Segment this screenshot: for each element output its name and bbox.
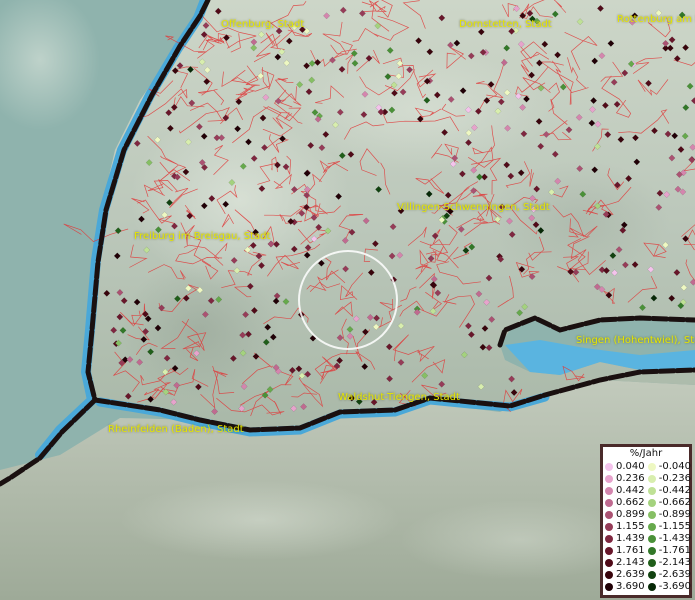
legend-swatch [605, 559, 613, 567]
legend-value: 1.761 [616, 545, 645, 556]
legend-entry-negative: -1.761 [647, 545, 691, 557]
legend-row: 0.040 -0.040 [605, 461, 691, 473]
legend-swatch [647, 511, 656, 519]
city-label-waldshut[interactable]: Waldshut-Tiengen, Stadt [338, 392, 460, 403]
legend-swatch [647, 523, 656, 531]
legend-swatch [605, 523, 613, 531]
legend-swatch [605, 571, 613, 579]
legend-value: -0.899 [658, 509, 691, 520]
legend-swatch [647, 583, 656, 591]
legend-value: -0.040 [658, 461, 691, 472]
legend-value: 2.143 [616, 557, 645, 568]
legend-value: 0.236 [616, 473, 645, 484]
legend-entry-negative: -1.155 [647, 521, 691, 533]
legend-value: -1.439 [658, 533, 691, 544]
legend-rows: 0.040 -0.040 0.236 -0.236 0.442 -0.442 0.662 -0… [605, 461, 691, 593]
legend-value: -1.155 [658, 521, 691, 532]
legend-row: 0.899 -0.899 [605, 509, 691, 521]
map-view[interactable]: Offenburg, Stadt Dornstetten, Stadt Rott… [0, 0, 695, 600]
legend-row: 2.639 -2.639 [605, 569, 691, 581]
legend-swatch [605, 547, 613, 555]
legend-entry-negative: -2.143 [647, 557, 691, 569]
legend-value: -1.761 [658, 545, 691, 556]
legend-title: %/Jahr [629, 448, 663, 459]
legend-swatch [647, 547, 656, 555]
city-label-offenburg[interactable]: Offenburg, Stadt [221, 19, 304, 30]
legend-value: -2.143 [658, 557, 691, 568]
legend-row: 0.442 -0.442 [605, 485, 691, 497]
city-label-rottenburg[interactable]: Rottenburg am N [617, 14, 695, 25]
legend-entry-positive: 3.690 [605, 581, 648, 593]
legend-value: -0.236 [658, 473, 691, 484]
legend-row: 1.439 -1.439 [605, 533, 691, 545]
legend-row: 0.662 -0.662 [605, 497, 691, 509]
jura-relief [120, 480, 400, 560]
legend-entry-negative: -2.639 [647, 569, 691, 581]
legend-swatch [647, 535, 656, 543]
legend-entry-positive: 0.899 [605, 509, 648, 521]
legend-row: 3.690 -3.690 [605, 581, 691, 593]
legend-row: 1.155 -1.155 [605, 521, 691, 533]
legend-row: 0.236 -0.236 [605, 473, 691, 485]
legend-entry-negative: -1.439 [647, 533, 691, 545]
legend-row: 2.143 -2.143 [605, 557, 691, 569]
legend-swatch [605, 475, 613, 483]
legend-swatch [605, 535, 613, 543]
legend-entry-positive: 1.439 [605, 533, 648, 545]
legend-entry-positive: 0.040 [605, 461, 648, 473]
legend-swatch [647, 475, 656, 483]
legend-entry-positive: 0.236 [605, 473, 648, 485]
city-label-freiburg[interactable]: Freiburg im Breisgau, Stadt [134, 231, 270, 242]
legend: %/Jahr 0.040 -0.040 0.236 -0.236 0.442 -0.442… [600, 444, 692, 598]
legend-entry-positive: 1.761 [605, 545, 648, 557]
legend-value: 1.439 [616, 533, 645, 544]
legend-swatch [647, 559, 656, 567]
legend-value: 1.155 [616, 521, 645, 532]
legend-value: 0.442 [616, 485, 645, 496]
legend-swatch [605, 583, 613, 591]
legend-swatch [605, 487, 613, 495]
legend-swatch [647, 499, 656, 507]
legend-swatch [647, 487, 656, 495]
legend-value: -3.690 [658, 581, 691, 592]
legend-entry-negative: -0.236 [647, 473, 691, 485]
legend-value: 0.899 [616, 509, 645, 520]
legend-row: 1.761 -1.761 [605, 545, 691, 557]
legend-value: -2.639 [658, 569, 691, 580]
legend-entry-negative: -0.899 [647, 509, 691, 521]
legend-swatch [605, 499, 613, 507]
legend-entry-negative: -0.662 [647, 497, 691, 509]
legend-value: 3.690 [616, 581, 645, 592]
legend-value: -0.442 [658, 485, 691, 496]
legend-value: -0.662 [658, 497, 691, 508]
city-label-rheinfelden[interactable]: Rheinfelden (Baden), Stadt [108, 424, 244, 435]
map-canvas[interactable] [0, 0, 695, 600]
legend-value: 2.639 [616, 569, 645, 580]
legend-swatch [647, 463, 656, 471]
city-label-dornstetten[interactable]: Dornstetten, Stadt [459, 19, 552, 30]
northern-relief [290, 50, 550, 170]
legend-entry-negative: -3.690 [647, 581, 691, 593]
legend-entry-negative: -0.040 [647, 461, 691, 473]
legend-entry-positive: 1.155 [605, 521, 648, 533]
legend-entry-positive: 0.442 [605, 485, 648, 497]
legend-entry-positive: 0.662 [605, 497, 648, 509]
legend-swatch [605, 463, 613, 471]
legend-entry-positive: 2.143 [605, 557, 648, 569]
legend-swatch [647, 571, 656, 579]
city-label-singen[interactable]: Singen (Hohentwiel), Stad [576, 335, 695, 346]
legend-entry-positive: 2.639 [605, 569, 648, 581]
city-label-villingen[interactable]: Villingen-Schwenningen, Stadt [397, 202, 550, 213]
legend-swatch [605, 511, 613, 519]
legend-entry-negative: -0.442 [647, 485, 691, 497]
legend-value: 0.662 [616, 497, 645, 508]
legend-value: 0.040 [616, 461, 645, 472]
